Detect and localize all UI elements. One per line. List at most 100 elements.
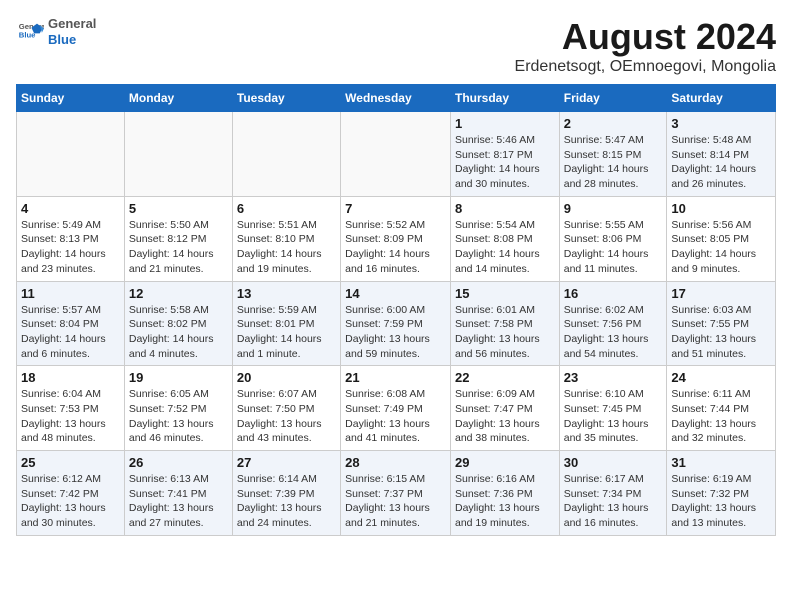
day-info: Sunrise: 5:51 AM Sunset: 8:10 PM Dayligh… (237, 218, 336, 277)
day-number: 7 (345, 201, 446, 216)
day-header-wednesday: Wednesday (341, 85, 451, 112)
calendar-week-2: 4Sunrise: 5:49 AM Sunset: 8:13 PM Daylig… (17, 196, 776, 281)
day-info: Sunrise: 5:58 AM Sunset: 8:02 PM Dayligh… (129, 303, 228, 362)
logo-icon: General Blue (16, 18, 44, 46)
calendar-week-1: 1Sunrise: 5:46 AM Sunset: 8:17 PM Daylig… (17, 112, 776, 197)
day-info: Sunrise: 5:55 AM Sunset: 8:06 PM Dayligh… (564, 218, 663, 277)
calendar-header-row: SundayMondayTuesdayWednesdayThursdayFrid… (17, 85, 776, 112)
calendar-cell: 17Sunrise: 6:03 AM Sunset: 7:55 PM Dayli… (667, 281, 776, 366)
calendar-cell: 27 Sunrise: 6:14 AM Sunset: 7:39 PM Dayli… (232, 451, 340, 536)
day-number: 18 (21, 370, 120, 385)
calendar-cell: 7 Sunrise: 5:52 AM Sunset: 8:09 PM Daylig… (341, 196, 451, 281)
day-number: 10 (671, 201, 771, 216)
calendar-cell: 25 Sunrise: 6:12 AM Sunset: 7:42 PM Dayli… (17, 451, 125, 536)
day-info: Sunrise: 6:16 AM Sunset: 7:36 PM Dayligh… (455, 472, 555, 531)
day-info: Sunrise: 6:11 AM Sunset: 7:44 PM Dayligh… (671, 387, 771, 446)
day-header-thursday: Thursday (450, 85, 559, 112)
calendar-cell: 13 Sunrise: 5:59 AM Sunset: 8:01 PM Dayli… (232, 281, 340, 366)
day-number: 6 (237, 201, 336, 216)
calendar-cell: 5 Sunrise: 5:50 AM Sunset: 8:12 PM Daylig… (124, 196, 232, 281)
title-area: August 2024 Erdenetsogt, OEmnoegovi, Mon… (515, 16, 776, 76)
calendar-cell (124, 112, 232, 197)
day-info: Sunrise: 6:15 AM Sunset: 7:37 PM Dayligh… (345, 472, 446, 531)
day-header-friday: Friday (559, 85, 667, 112)
day-info: Sunrise: 6:10 AM Sunset: 7:45 PM Dayligh… (564, 387, 663, 446)
day-number: 3 (671, 116, 771, 131)
logo: General Blue General Blue (16, 16, 96, 47)
day-info: Sunrise: 6:00 AM Sunset: 7:59 PM Dayligh… (345, 303, 446, 362)
day-number: 15 (455, 286, 555, 301)
calendar-cell: 24 Sunrise: 6:11 AM Sunset: 7:44 PM Dayli… (667, 366, 776, 451)
calendar-cell (17, 112, 125, 197)
calendar-cell: 18 Sunrise: 6:04 AM Sunset: 7:53 PM Dayli… (17, 366, 125, 451)
calendar-cell: 6 Sunrise: 5:51 AM Sunset: 8:10 PM Daylig… (232, 196, 340, 281)
day-number: 8 (455, 201, 555, 216)
calendar-cell: 30 Sunrise: 6:17 AM Sunset: 7:34 PM Dayli… (559, 451, 667, 536)
day-header-saturday: Saturday (667, 85, 776, 112)
logo-general-text: General (48, 16, 96, 32)
calendar-cell: 8 Sunrise: 5:54 AM Sunset: 8:08 PM Daylig… (450, 196, 559, 281)
day-number: 27 (237, 455, 336, 470)
day-number: 17 (671, 286, 771, 301)
day-info: Sunrise: 6:13 AM Sunset: 7:41 PM Dayligh… (129, 472, 228, 531)
day-number: 12 (129, 286, 228, 301)
calendar-cell: 10 Sunrise: 5:56 AM Sunset: 8:05 PM Dayli… (667, 196, 776, 281)
day-info: Sunrise: 5:48 AM Sunset: 8:14 PM Dayligh… (671, 133, 771, 192)
day-number: 22 (455, 370, 555, 385)
calendar-week-5: 25 Sunrise: 6:12 AM Sunset: 7:42 PM Dayli… (17, 451, 776, 536)
day-info: Sunrise: 6:08 AM Sunset: 7:49 PM Dayligh… (345, 387, 446, 446)
calendar-cell: 9Sunrise: 5:55 AM Sunset: 8:06 PM Daylig… (559, 196, 667, 281)
day-number: 30 (564, 455, 663, 470)
day-info: Sunrise: 6:02 AM Sunset: 7:56 PM Dayligh… (564, 303, 663, 362)
day-info: Sunrise: 6:17 AM Sunset: 7:34 PM Dayligh… (564, 472, 663, 531)
day-info: Sunrise: 6:01 AM Sunset: 7:58 PM Dayligh… (455, 303, 555, 362)
calendar-cell: 19Sunrise: 6:05 AM Sunset: 7:52 PM Dayli… (124, 366, 232, 451)
calendar-cell: 3 Sunrise: 5:48 AM Sunset: 8:14 PM Daylig… (667, 112, 776, 197)
day-number: 26 (129, 455, 228, 470)
calendar-cell: 28Sunrise: 6:15 AM Sunset: 7:37 PM Dayli… (341, 451, 451, 536)
day-info: Sunrise: 6:09 AM Sunset: 7:47 PM Dayligh… (455, 387, 555, 446)
day-number: 16 (564, 286, 663, 301)
day-info: Sunrise: 5:56 AM Sunset: 8:05 PM Dayligh… (671, 218, 771, 277)
day-number: 29 (455, 455, 555, 470)
day-number: 25 (21, 455, 120, 470)
calendar-cell: 21 Sunrise: 6:08 AM Sunset: 7:49 PM Dayli… (341, 366, 451, 451)
day-number: 13 (237, 286, 336, 301)
day-number: 5 (129, 201, 228, 216)
calendar-cell: 22 Sunrise: 6:09 AM Sunset: 7:47 PM Dayli… (450, 366, 559, 451)
calendar-cell: 16 Sunrise: 6:02 AM Sunset: 7:56 PM Dayli… (559, 281, 667, 366)
day-info: Sunrise: 6:07 AM Sunset: 7:50 PM Dayligh… (237, 387, 336, 446)
day-info: Sunrise: 6:05 AM Sunset: 7:52 PM Dayligh… (129, 387, 228, 446)
calendar-week-3: 11 Sunrise: 5:57 AM Sunset: 8:04 PM Dayli… (17, 281, 776, 366)
day-number: 31 (671, 455, 771, 470)
day-info: Sunrise: 6:04 AM Sunset: 7:53 PM Dayligh… (21, 387, 120, 446)
day-info: Sunrise: 5:47 AM Sunset: 8:15 PM Dayligh… (564, 133, 663, 192)
calendar-cell (341, 112, 451, 197)
day-info: Sunrise: 5:52 AM Sunset: 8:09 PM Dayligh… (345, 218, 446, 277)
day-number: 20 (237, 370, 336, 385)
day-header-monday: Monday (124, 85, 232, 112)
day-header-tuesday: Tuesday (232, 85, 340, 112)
logo-blue-text: Blue (48, 32, 96, 48)
calendar-cell: 1Sunrise: 5:46 AM Sunset: 8:17 PM Daylig… (450, 112, 559, 197)
day-info: Sunrise: 5:50 AM Sunset: 8:12 PM Dayligh… (129, 218, 228, 277)
calendar-cell: 4Sunrise: 5:49 AM Sunset: 8:13 PM Daylig… (17, 196, 125, 281)
calendar-cell: 11 Sunrise: 5:57 AM Sunset: 8:04 PM Dayli… (17, 281, 125, 366)
calendar-cell: 12 Sunrise: 5:58 AM Sunset: 8:02 PM Dayli… (124, 281, 232, 366)
calendar-cell: 26 Sunrise: 6:13 AM Sunset: 7:41 PM Dayli… (124, 451, 232, 536)
day-number: 4 (21, 201, 120, 216)
calendar-cell: 31Sunrise: 6:19 AM Sunset: 7:32 PM Dayli… (667, 451, 776, 536)
day-number: 21 (345, 370, 446, 385)
calendar-cell: 15 Sunrise: 6:01 AM Sunset: 7:58 PM Dayli… (450, 281, 559, 366)
day-number: 24 (671, 370, 771, 385)
day-number: 23 (564, 370, 663, 385)
calendar-cell: 2Sunrise: 5:47 AM Sunset: 8:15 PM Daylig… (559, 112, 667, 197)
calendar-cell (232, 112, 340, 197)
day-info: Sunrise: 5:59 AM Sunset: 8:01 PM Dayligh… (237, 303, 336, 362)
page-subtitle: Erdenetsogt, OEmnoegovi, Mongolia (515, 58, 776, 76)
day-number: 11 (21, 286, 120, 301)
day-info: Sunrise: 6:12 AM Sunset: 7:42 PM Dayligh… (21, 472, 120, 531)
day-info: Sunrise: 5:54 AM Sunset: 8:08 PM Dayligh… (455, 218, 555, 277)
day-info: Sunrise: 6:14 AM Sunset: 7:39 PM Dayligh… (237, 472, 336, 531)
day-info: Sunrise: 5:57 AM Sunset: 8:04 PM Dayligh… (21, 303, 120, 362)
